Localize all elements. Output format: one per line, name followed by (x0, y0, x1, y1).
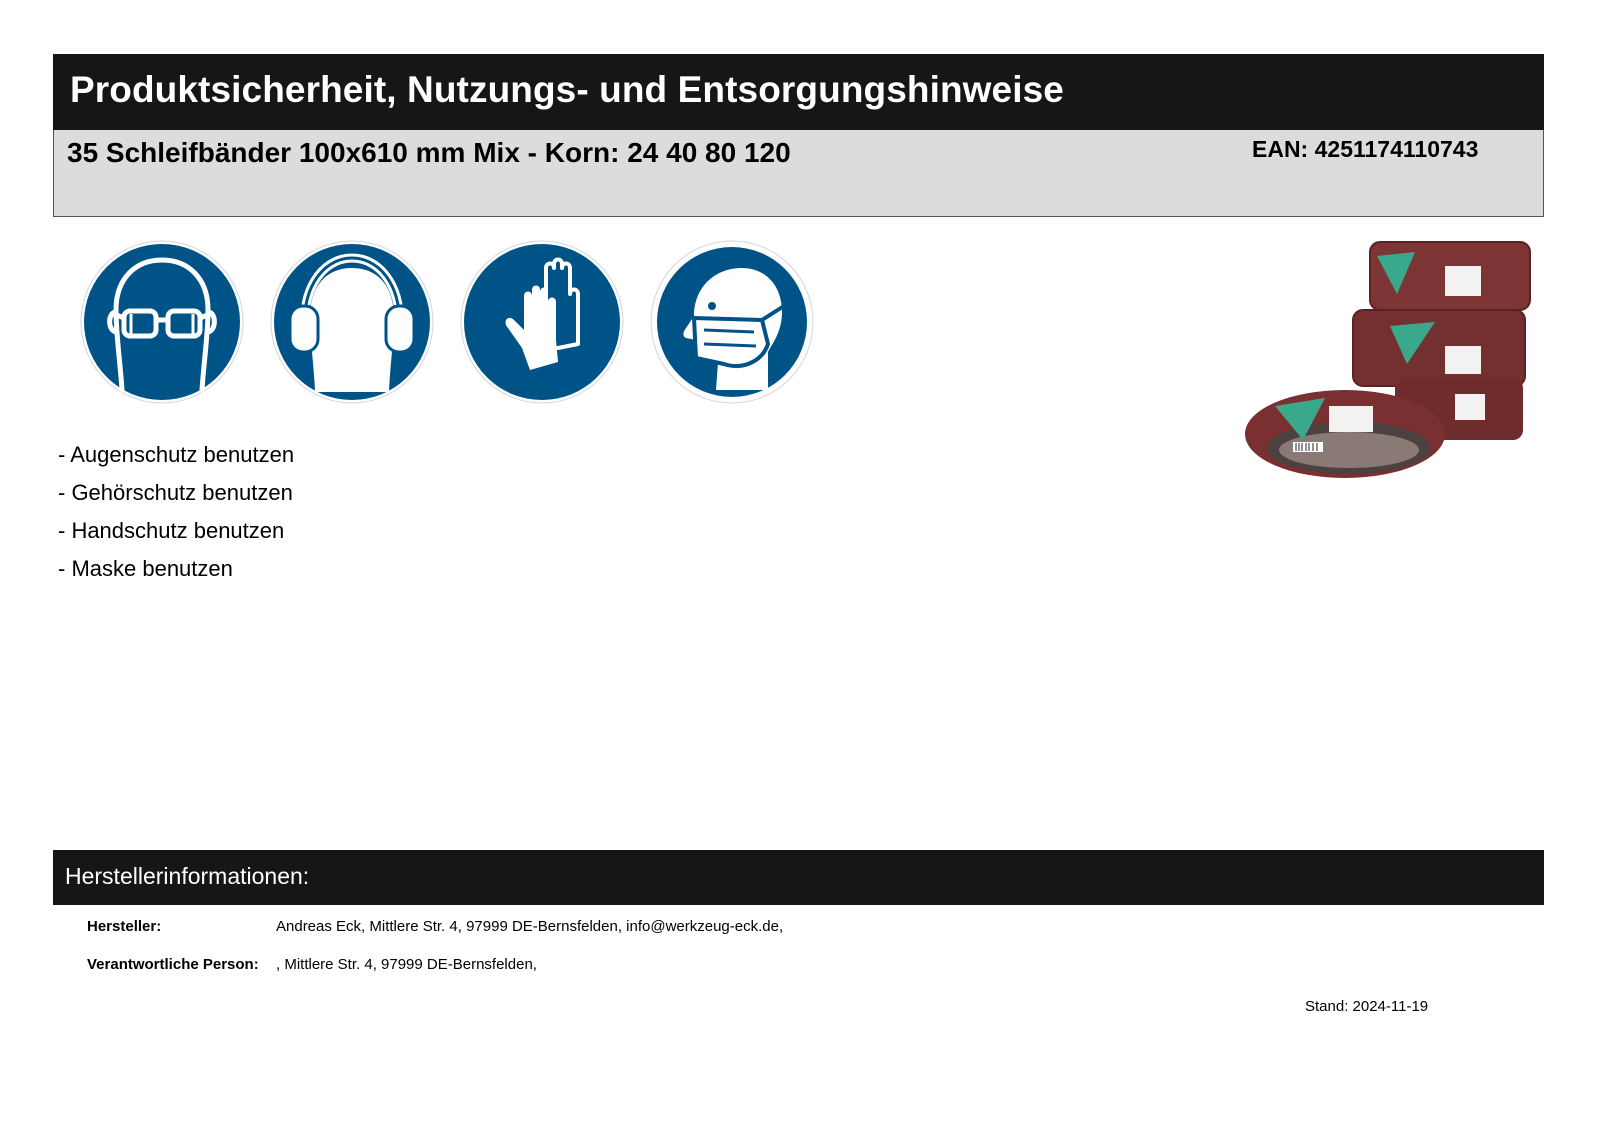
product-bar: 35 Schleifbänder 100x610 mm Mix - Korn: … (53, 130, 1544, 217)
list-item: - Handschutz benutzen (58, 518, 285, 543)
product-image (1245, 238, 1535, 490)
row-value: , Mittlere Str. 4, 97999 DE-Bernsfelden, (276, 956, 537, 973)
row-label: Hersteller: (87, 918, 162, 935)
mask-icon (650, 240, 814, 404)
eye-protection-icon (80, 240, 244, 404)
row-value: Andreas Eck, Mittlere Str. 4, 97999 DE-B… (276, 918, 784, 935)
list-item: - Gehörschutz benutzen (58, 480, 293, 505)
product-name: 35 Schleifbänder 100x610 mm Mix - Korn: … (67, 137, 791, 168)
safety-notes-list: - Augenschutz benutzen - Gehörschutz ben… (58, 436, 294, 588)
hand-protection-icon (460, 240, 624, 404)
page-title: Produktsicherheit, Nutzungs- und Entsorg… (70, 69, 1064, 110)
stand-date: Stand: 2024-11-19 (1305, 998, 1429, 1015)
title-bar: Produktsicherheit, Nutzungs- und Entsorg… (53, 54, 1544, 130)
manufacturer-section-header: Herstellerinformationen: (53, 850, 1544, 905)
list-item: - Augenschutz benutzen (58, 442, 295, 467)
ean-code: EAN: 4251174110743 (1252, 136, 1479, 162)
list-item: - Maske benutzen (58, 556, 233, 581)
row-label: Verantwortliche Person: (87, 956, 259, 973)
section-title: Herstellerinformationen: (65, 863, 310, 889)
ear-protection-icon (270, 240, 434, 404)
